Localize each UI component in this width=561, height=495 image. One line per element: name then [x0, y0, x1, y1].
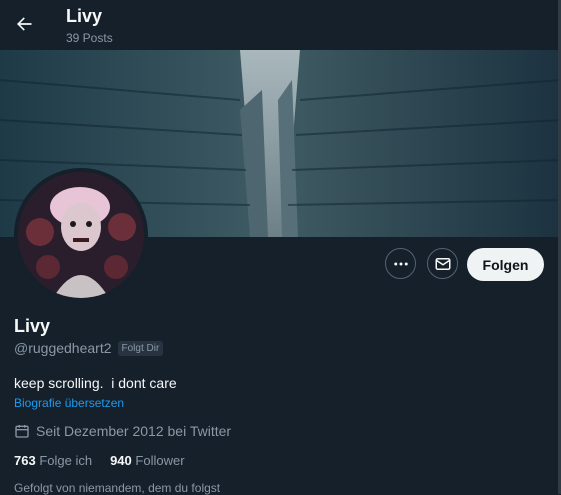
follow-stats: 763 Folge ich 940 Follower: [14, 453, 185, 468]
follow-button[interactable]: Folgen: [467, 248, 544, 281]
more-button[interactable]: [385, 248, 416, 279]
more-icon: [393, 262, 408, 265]
message-button[interactable]: [427, 248, 458, 279]
profile-header: Livy 39 Posts: [0, 0, 561, 50]
back-arrow-icon: [17, 17, 32, 31]
profile-avatar[interactable]: [14, 168, 148, 302]
followed-by-text: Gefolgt von niemandem, dem du folgst: [14, 481, 221, 495]
following-link[interactable]: 763 Folge ich: [14, 453, 92, 468]
calendar-icon: [15, 425, 29, 438]
following-count: 763: [14, 453, 36, 468]
mail-icon: [435, 257, 450, 270]
handle-row: @ruggedheart2 Folgt Dir: [14, 340, 164, 356]
translate-bio-link[interactable]: Biografie übersetzen: [14, 396, 124, 410]
profile-bio: keep scrolling. i dont care: [14, 375, 177, 391]
followers-count: 940: [110, 453, 132, 468]
header-post-count: 39 Posts: [66, 31, 113, 45]
joined-date: Seit Dezember 2012 bei Twitter: [14, 423, 231, 439]
profile-handle: @ruggedheart2: [14, 340, 112, 356]
following-label: Folge ich: [39, 453, 93, 468]
follows-you-badge: Folgt Dir: [117, 340, 164, 356]
followers-link[interactable]: 940 Follower: [110, 453, 184, 468]
followers-label: Follower: [135, 453, 185, 468]
avatar-image: [18, 172, 144, 298]
back-button[interactable]: [8, 8, 40, 40]
header-title: Livy: [66, 6, 103, 26]
profile-name: Livy: [14, 316, 51, 336]
joined-text: Seit Dezember 2012 bei Twitter: [36, 423, 232, 439]
